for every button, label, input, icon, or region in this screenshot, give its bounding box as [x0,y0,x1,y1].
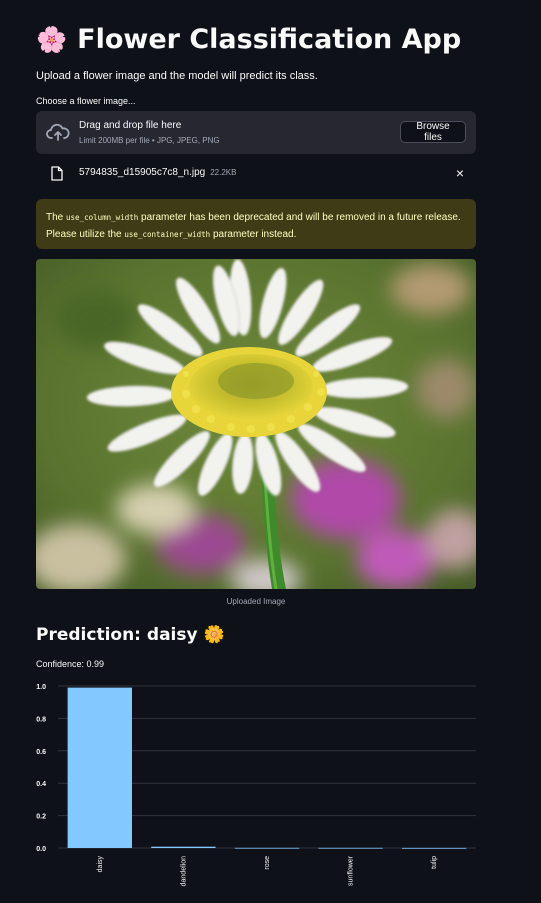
page-title-text: Flower Classification App [77,24,462,55]
prediction-label: Prediction: daisy [36,625,198,645]
y-tick-label: 0.0 [36,846,46,853]
uploaded-image [36,259,476,589]
y-tick-label: 0.2 [36,814,46,821]
file-size: 22.2KB [210,168,237,177]
deprecation-warning: The use_column_width parameter has been … [36,199,476,249]
warning-text-1: The [46,212,67,223]
bar-tulip [402,847,467,849]
x-tick-label: tulip [431,856,438,869]
file-icon [51,166,63,181]
bar-sunflower [318,847,383,849]
probability-chart: 0.0 0.2 0.4 0.6 0.8 1.0 daisy dandelion rose sunf… [36,684,476,886]
warning-text-3: parameter instead. [210,229,297,240]
bar-dandelion [151,846,216,848]
file-name-text: 5794835_d15905c7c8_n.jpg [79,167,206,178]
bar-daisy [67,687,132,848]
uploaded-file-row: 5794835_d15905c7c8_n.jpg 22.2KB × [36,162,476,186]
x-tick-label: sunflower [348,855,355,886]
file-name: 5794835_d15905c7c8_n.jpg 22.2KB [79,167,236,178]
warning-code-1: use_column_width [66,213,139,222]
daisy-photo [36,259,476,589]
x-tick-label: daisy [97,856,104,873]
dropzone-limit: Limit 200MB per file • JPG, JPEG, PNG [79,136,220,145]
y-tick-label: 0.8 [36,716,46,723]
confidence-text: Confidence: 0.99 [36,659,105,669]
x-tick-label: dandelion [180,856,187,886]
uploader-label: Choose a flower image... [36,96,136,106]
y-tick-label: 0.4 [36,781,46,788]
dropzone-title: Drag and drop file here [79,120,182,131]
cherry-blossom-icon: 🌸 [36,24,68,54]
bar-rose [234,847,300,849]
daisy-icon: 🌼 [203,625,225,645]
remove-file-button[interactable]: × [456,165,464,181]
image-caption: Uploaded Image [226,597,286,606]
file-dropzone[interactable]: Drag and drop file here Limit 200MB per … [36,111,476,154]
warning-code-2: use_container_width [124,230,211,239]
page-subtitle: Upload a flower image and the model will… [36,70,318,82]
prediction-heading: Prediction: daisy 🌼 [36,625,225,645]
page-title: 🌸 Flower Classification App [36,24,461,55]
y-tick-label: 1.0 [36,684,46,691]
y-tick-label: 0.6 [36,749,46,756]
x-tick-label: rose [264,856,271,870]
browse-files-button[interactable]: Browse files [400,121,466,143]
cloud-upload-icon [46,123,70,141]
